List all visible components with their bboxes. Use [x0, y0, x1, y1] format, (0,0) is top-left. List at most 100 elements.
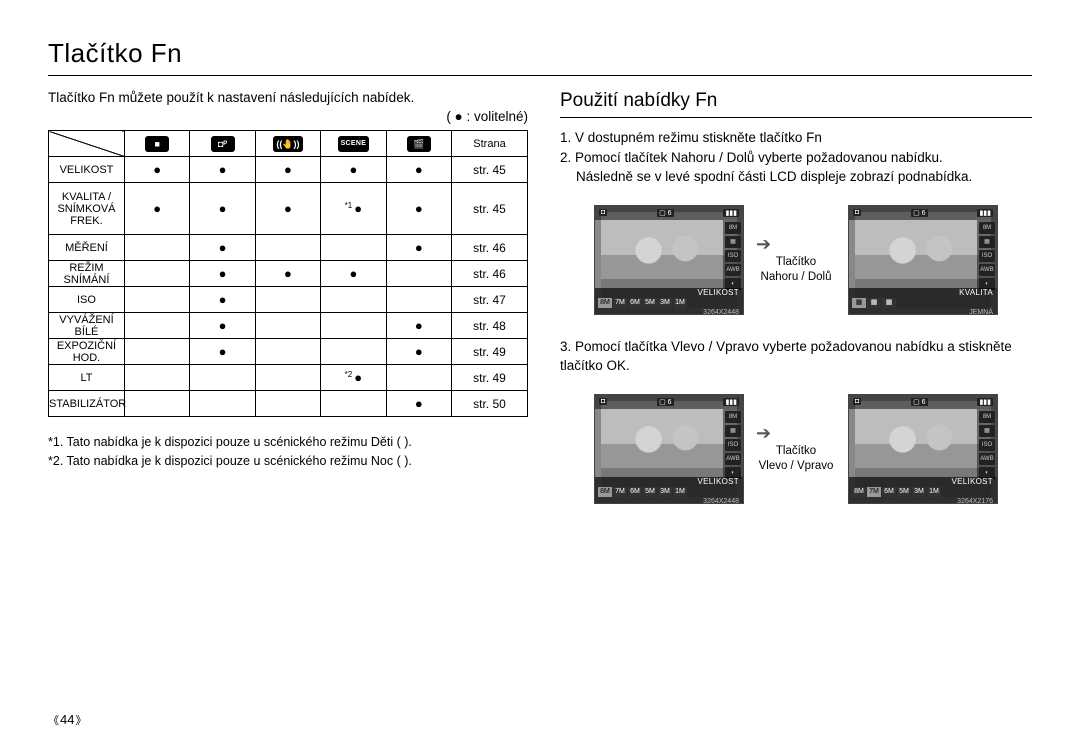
legend-text: ( ● : volitelné): [48, 109, 528, 124]
table-cell: ●: [255, 261, 320, 287]
table-row: VYVÁŽENÍ BÍLÉ●●str. 48: [49, 313, 528, 339]
table-cell: ●: [190, 261, 255, 287]
row-label: EXPOZIČNÍ HOD.: [49, 339, 125, 365]
table-cell: [255, 287, 320, 313]
table-cell: [124, 235, 189, 261]
table-cell: [386, 261, 451, 287]
arrow-2-label: TlačítkoVlevo / Vpravo: [756, 444, 836, 474]
row-label: STABILIZÁTOR: [49, 391, 125, 417]
row-page: str. 48: [451, 313, 527, 339]
lcd-screen-4: ◘▢ 6▮▮▮ 8M▦ISOAWB◐ VELIKOST 8M7M6M5M3M1M…: [848, 394, 998, 504]
table-cell: ●: [386, 339, 451, 365]
row-page: str. 49: [451, 339, 527, 365]
mode-program-icon: ◘ᴾ: [190, 131, 255, 157]
arrow-icon: ➔: [756, 423, 836, 444]
lcd-screen-2: ◘▢ 6▮▮▮ 8M▦ISOAWB◐ KVALITA ▦▦▦ JEMNÁ: [848, 205, 998, 315]
row-label: KVALITA /SNÍMKOVÁFREK.: [49, 183, 125, 235]
page-title: Tlačítko Fn: [48, 38, 1032, 69]
table-cell: ●: [190, 339, 255, 365]
table-cell: [255, 235, 320, 261]
table-cell: ●: [190, 287, 255, 313]
subheading: Použití nabídky Fn: [560, 90, 1032, 118]
table-cell: [321, 235, 386, 261]
row-label: ISO: [49, 287, 125, 313]
table-cell: [124, 339, 189, 365]
row-page: str. 49: [451, 365, 527, 391]
table-cell: [124, 287, 189, 313]
table-cell: [124, 313, 189, 339]
table-cell: [386, 287, 451, 313]
table-cell: ●: [124, 157, 189, 183]
table-row: LT *2● str. 49: [49, 365, 528, 391]
intro-text: Tlačítko Fn můžete použít k nastavení ná…: [48, 90, 528, 105]
row-page: str. 50: [451, 391, 527, 417]
table-cell: [255, 339, 320, 365]
row-page: str. 45: [451, 157, 527, 183]
table-cell: [255, 313, 320, 339]
table-cell: [124, 261, 189, 287]
table-row: VELIKOST●●●●●str. 45: [49, 157, 528, 183]
arrow-1-label: TlačítkoNahoru / Dolů: [756, 255, 836, 285]
table-cell: ●: [321, 157, 386, 183]
table-cell: [321, 339, 386, 365]
row-page: str. 45: [451, 183, 527, 235]
table-cell: ●: [386, 183, 451, 235]
arrow-icon: ➔: [756, 234, 836, 255]
step-1: 1. V dostupném režimu stiskněte tlačítko…: [560, 128, 1032, 148]
table-cell: [321, 287, 386, 313]
footnote-1: *1. Tato nabídka je k dispozici pouze u …: [48, 433, 528, 452]
page-number: 44: [48, 712, 86, 728]
header-blank: [49, 131, 125, 157]
table-cell: ●: [190, 183, 255, 235]
footnote-2: *2. Tato nabídka je k dispozici pouze u …: [48, 452, 528, 471]
table-cell: ●: [124, 183, 189, 235]
row-label: VELIKOST: [49, 157, 125, 183]
lcd-screen-3: ◘▢ 6▮▮▮ 8M▦ISOAWB◐ VELIKOST 8M7M6M5M3M1M…: [594, 394, 744, 504]
table-cell: ●: [386, 313, 451, 339]
table-cell: ●: [190, 157, 255, 183]
row-page: str. 47: [451, 287, 527, 313]
mode-scene-icon: SCENE: [321, 131, 386, 157]
row-label: VYVÁŽENÍ BÍLÉ: [49, 313, 125, 339]
table-cell: [190, 391, 255, 417]
mode-asr-icon: ((🤚)): [255, 131, 320, 157]
row-label: LT: [49, 365, 125, 391]
table-cell: ●: [190, 235, 255, 261]
table-cell: ●: [386, 157, 451, 183]
table-cell: ●: [386, 391, 451, 417]
table-row: MĚŘENÍ●●str. 46: [49, 235, 528, 261]
table-row: STABILIZÁTOR ●str. 50: [49, 391, 528, 417]
table-cell: ●: [321, 261, 386, 287]
table-cell: [255, 391, 320, 417]
step-2b: Následně se v levé spodní části LCD disp…: [576, 167, 1032, 187]
table-cell: ●: [386, 235, 451, 261]
table-cell: [124, 391, 189, 417]
table-cell: [124, 365, 189, 391]
lcd-screen-1: ◘▢ 6▮▮▮ 8M▦ISOAWB◐ VELIKOST 8M7M6M5M3M1M…: [594, 205, 744, 315]
table-cell: ●: [255, 157, 320, 183]
table-row: KVALITA /SNÍMKOVÁFREK.●●●*1●●str. 45: [49, 183, 528, 235]
table-cell: *2●: [321, 365, 386, 391]
table-row: REŽIM SNÍMÁNÍ●●●str. 46: [49, 261, 528, 287]
table-cell: [255, 365, 320, 391]
table-cell: [321, 391, 386, 417]
step-2: 2. Pomocí tlačítek Nahoru / Dolů vyberte…: [560, 148, 1032, 168]
step-3: 3. Pomocí tlačítka Vlevo / Vpravo vybert…: [560, 337, 1032, 376]
row-label: MĚŘENÍ: [49, 235, 125, 261]
table-cell: [190, 365, 255, 391]
table-cell: [386, 365, 451, 391]
fn-menu-table: ◘ᴾ ((🤚)) SCENE 🎬 Strana VELIKOST●●●●●str…: [48, 130, 528, 417]
row-label: REŽIM SNÍMÁNÍ: [49, 261, 125, 287]
mode-movie-icon: 🎬: [386, 131, 451, 157]
table-cell: ●: [255, 183, 320, 235]
header-page: Strana: [451, 131, 527, 157]
table-row: ISO ● str. 47: [49, 287, 528, 313]
table-cell: [321, 313, 386, 339]
table-cell: ●: [190, 313, 255, 339]
table-header-row: ◘ᴾ ((🤚)) SCENE 🎬 Strana: [49, 131, 528, 157]
row-page: str. 46: [451, 261, 527, 287]
illustration-row-1: ◘▢ 6▮▮▮ 8M▦ISOAWB◐ VELIKOST 8M7M6M5M3M1M…: [560, 205, 1032, 315]
row-page: str. 46: [451, 235, 527, 261]
mode-auto-icon: [124, 131, 189, 157]
table-row: EXPOZIČNÍ HOD.●●str. 49: [49, 339, 528, 365]
